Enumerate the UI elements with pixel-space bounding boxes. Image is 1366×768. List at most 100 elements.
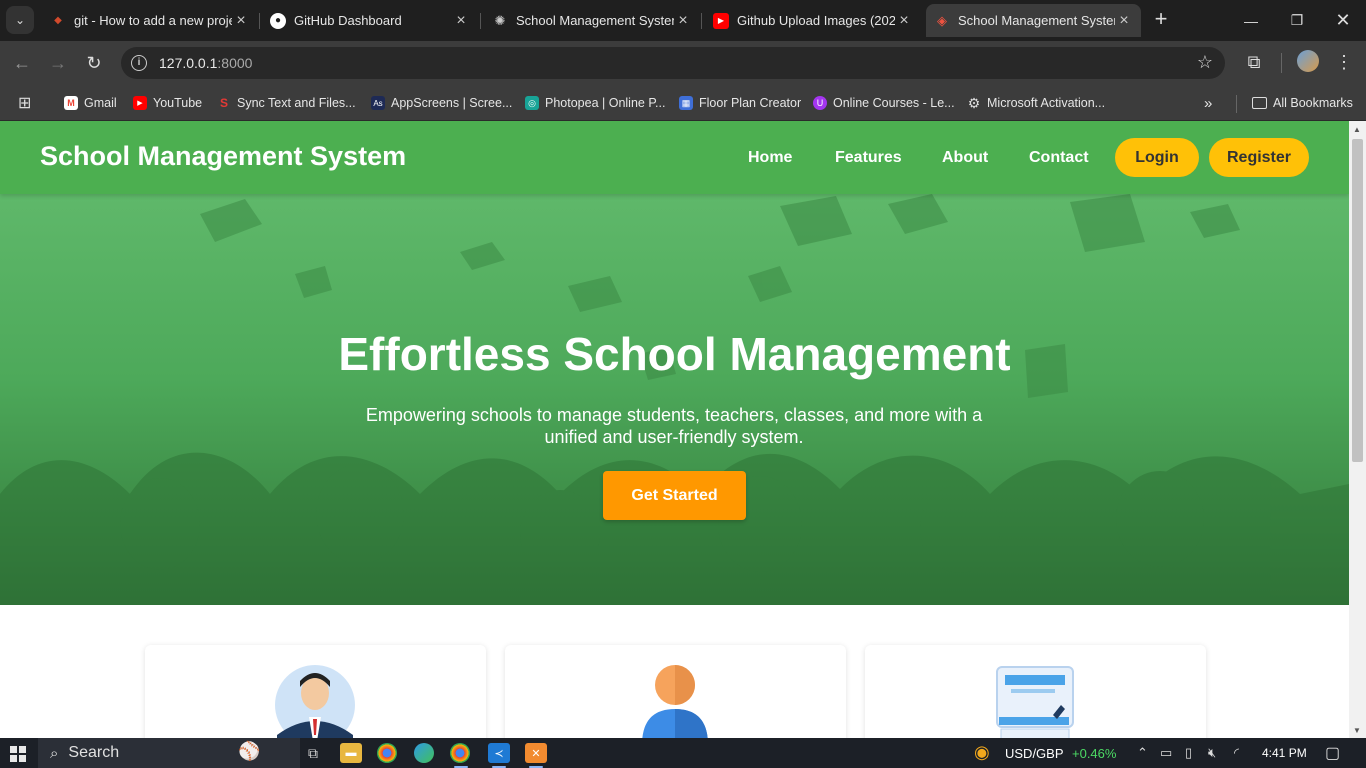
floorplan-icon: ▦ [679,96,693,110]
scroll-down-arrow-icon[interactable]: ▼ [1353,726,1361,735]
address-bar[interactable]: i 127.0.0.1:8000 ☆ [121,47,1225,79]
laravel-icon: ◈ [937,12,947,28]
classroom-board-icon [996,666,1074,738]
scrollbar-thumb[interactable] [1352,139,1363,462]
tab-separator [480,13,481,29]
tab-school-management-active[interactable]: ◈ School Management System × [926,4,1141,37]
bookmark-microsoft-activation[interactable]: ⚙ Microsoft Activation... [967,93,1105,113]
tab-school-chatgpt[interactable]: ✺ School Management System × [484,4,700,37]
minimize-icon[interactable]: — [1228,0,1274,41]
bookmark-sync-text[interactable]: S Sync Text and Files... [217,93,356,113]
tab-title: GitHub Dashboard [294,13,402,28]
wifi-icon[interactable]: ◜ [1234,745,1239,761]
notifications-icon[interactable]: ▢ [1325,743,1340,763]
close-window-icon[interactable]: ✕ [1320,0,1366,41]
edge-icon[interactable] [414,743,434,763]
bookmark-floor-plan[interactable]: ▦ Floor Plan Creator [679,93,801,113]
all-bookmarks-button[interactable]: All Bookmarks [1252,93,1353,113]
forward-arrow-icon[interactable]: → [46,51,70,75]
site-info-icon[interactable]: i [131,55,147,71]
student-avatar-icon [642,665,708,738]
taskbar-search-box[interactable]: ⌕ Search ⚾ [38,738,300,768]
chrome-active-icon[interactable] [450,743,470,768]
tab-github-upload-images[interactable]: ▶ Github Upload Images (2022) × [705,4,921,37]
toolbar-divider [1281,53,1282,73]
tab-separator [701,13,702,29]
stocks-coins-icon[interactable]: ◉ [974,742,990,763]
close-icon[interactable]: × [232,12,250,30]
hero-section: Effortless School Management Empowering … [0,194,1349,605]
windows-start-icon[interactable] [10,746,26,762]
teacher-avatar-icon [275,665,355,738]
task-view-icon[interactable]: ⧉ [302,743,324,763]
youtube-icon: ▶ [133,96,147,110]
browser-toolbar: ← → ↻ i 127.0.0.1:8000 ☆ ⧉ ⋮ [0,41,1366,85]
tab-separator [259,13,260,29]
xampp-icon[interactable]: ✕ [525,743,547,768]
close-icon[interactable]: × [674,12,692,30]
nav-about-link[interactable]: About [942,149,988,167]
feature-card-classes [865,645,1206,738]
openai-icon: ✺ [494,12,506,28]
nav-home-link[interactable]: Home [748,149,792,167]
bookmark-youtube[interactable]: ▶ YouTube [133,93,202,113]
bookmark-gmail[interactable]: M Gmail [64,93,117,113]
profile-avatar[interactable] [1297,50,1319,72]
tab-title: git - How to add a new project [74,13,232,28]
restore-icon[interactable]: ❐ [1274,0,1320,41]
login-button[interactable]: Login [1115,138,1199,177]
tab-github-dashboard[interactable]: ● GitHub Dashboard × [262,4,478,37]
tab-title: School Management System [516,13,674,28]
site-brand[interactable]: School Management System [40,141,406,172]
tab-search-dropdown-icon[interactable]: ⌄ [6,6,34,34]
file-explorer-icon[interactable]: ▬ [340,743,362,763]
get-started-button[interactable]: Get Started [603,471,746,520]
feature-card-students [505,645,846,738]
back-arrow-icon[interactable]: ← [10,51,34,75]
git-icon: ◆ [54,15,62,26]
site-header: School Management System Home Features A… [0,121,1349,194]
feature-card-teachers [145,645,486,738]
taskbar-search-placeholder: Search [68,744,120,761]
close-icon[interactable]: × [452,12,470,30]
bookmark-appscreens[interactable]: As AppScreens | Scree... [371,93,512,113]
appscreens-icon: As [371,96,385,110]
bookmarks-divider [1236,95,1237,113]
nav-contact-link[interactable]: Contact [1029,149,1089,167]
close-icon[interactable]: × [895,12,913,30]
tab-git[interactable]: ◆ git - How to add a new project × [42,4,258,37]
bookmark-photopea[interactable]: ◎ Photopea | Online P... [525,93,665,113]
close-icon[interactable]: × [1115,12,1133,30]
page-viewport: School Management System Home Features A… [0,121,1349,738]
chevron-up-icon[interactable]: ⌃ [1137,745,1148,761]
gmail-icon: M [64,96,78,110]
ticker-symbol[interactable]: USD/GBP [1005,746,1064,761]
scroll-up-arrow-icon[interactable]: ▲ [1353,125,1361,134]
chrome-icon[interactable] [377,743,397,763]
bookmark-online-courses[interactable]: U Online Courses - Le... [813,93,955,113]
youtube-icon: ▶ [713,12,729,29]
url-text: 127.0.0.1:8000 [159,55,253,71]
device-icon[interactable]: ▯ [1185,745,1192,761]
github-icon: ● [270,12,286,29]
clock-time[interactable]: 4:41 PM [1262,746,1307,760]
nav-features-link[interactable]: Features [835,149,902,167]
apps-grid-icon[interactable]: ⊞ [18,93,31,113]
windows-taskbar: ⌕ Search ⚾ ⧉ ▬ ≺ ✕ ◉ USD/GBP +0.46% ⌃ ▭ … [0,738,1366,768]
page-scrollbar[interactable]: ▲ ▼ [1349,121,1366,738]
new-tab-button[interactable]: + [1150,8,1172,30]
register-button[interactable]: Register [1209,138,1309,177]
tab-title: School Management System [958,13,1115,28]
battery-icon[interactable]: ▭ [1160,745,1172,761]
volume-muted-icon[interactable]: 🔇︎ [1208,745,1216,761]
tab-title: Github Upload Images (2022) [737,13,895,28]
bookmark-star-icon[interactable]: ☆ [1197,52,1213,73]
extensions-icon[interactable]: ⧉ [1243,52,1265,73]
bookmarks-overflow-icon[interactable]: » [1204,93,1212,113]
sync-icon: S [219,96,228,110]
vscode-icon[interactable]: ≺ [488,743,510,768]
hero-title: Effortless School Management [338,328,1011,380]
more-menu-icon[interactable]: ⋮ [1333,52,1355,73]
reload-icon[interactable]: ↻ [82,51,106,75]
search-highlight-baseball-icon: ⚾ [238,741,261,761]
